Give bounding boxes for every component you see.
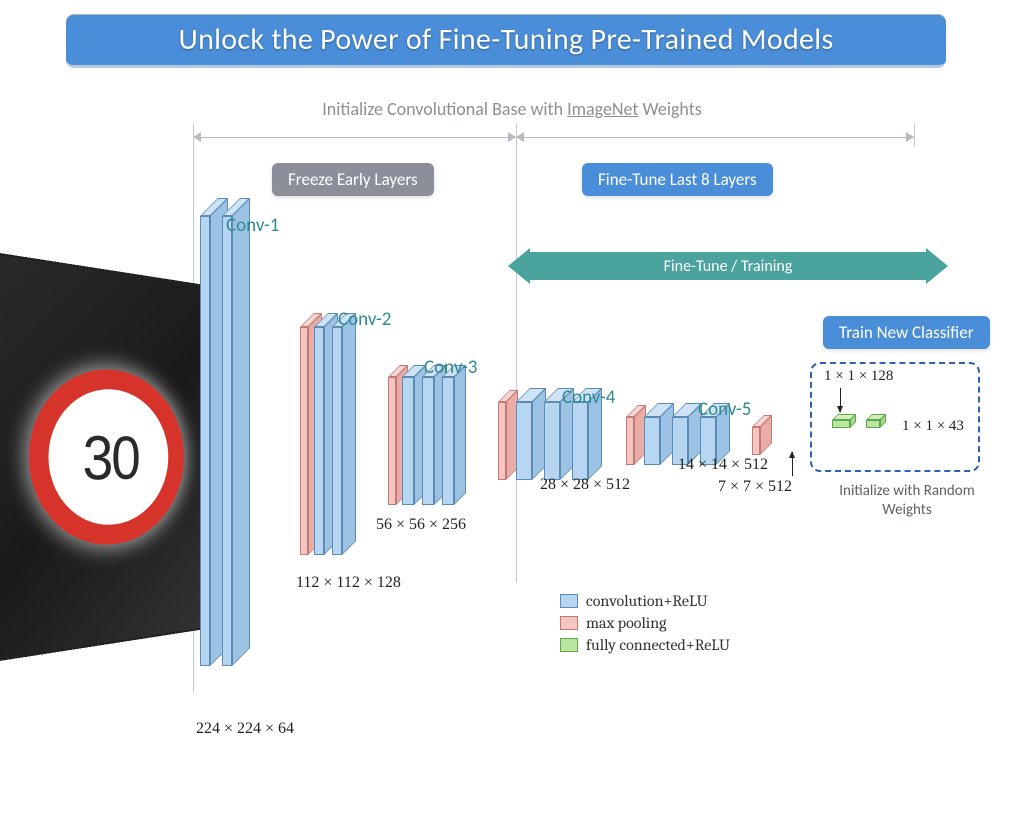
label-conv1: Conv-1	[226, 214, 279, 237]
label-conv3: Conv-3	[424, 356, 477, 379]
legend: convolution+ReLU max pooling fully conne…	[560, 590, 730, 656]
legend-label-fc: fully connected+ReLU	[586, 636, 730, 654]
dims-conv5pool: 7 × 7 × 512	[718, 478, 792, 496]
legend-row-pool: max pooling	[560, 612, 730, 634]
dims-fc1: 1 × 1 × 128	[824, 368, 893, 385]
dims-fc2: 1 × 1 × 43	[902, 418, 964, 435]
legend-label-conv: convolution+ReLU	[586, 592, 708, 610]
label-conv5: Conv-5	[698, 398, 751, 421]
classifier-note: Initialize with Random Weights	[832, 482, 982, 520]
pooled-arrow-icon	[792, 452, 793, 476]
legend-swatch-blue	[560, 594, 578, 608]
dims-conv2: 112 × 112 × 128	[296, 574, 401, 592]
legend-row-conv: convolution+ReLU	[560, 590, 730, 612]
fc1-arrow-icon	[840, 388, 841, 412]
legend-row-fc: fully connected+ReLU	[560, 634, 730, 656]
label-conv4: Conv-4	[562, 386, 615, 409]
legend-swatch-green	[560, 638, 578, 652]
dims-conv3: 56 × 56 × 256	[376, 516, 466, 534]
dims-conv4: 28 × 28 × 512	[540, 476, 630, 494]
dims-conv1: 224 × 224 × 64	[196, 720, 294, 738]
legend-swatch-red	[560, 616, 578, 630]
label-conv2: Conv-2	[338, 308, 391, 331]
legend-label-pool: max pooling	[586, 614, 667, 632]
dims-conv5a: 14 × 14 × 512	[678, 456, 768, 474]
